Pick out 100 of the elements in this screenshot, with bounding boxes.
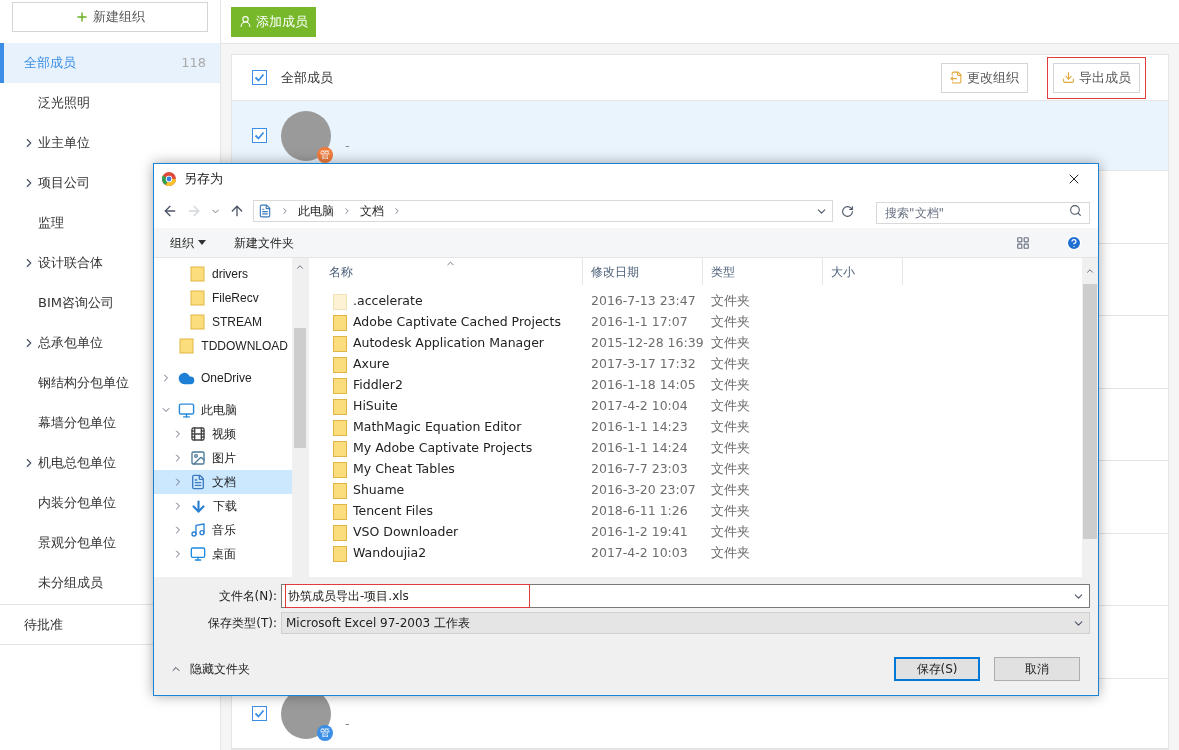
member-count: 118 — [181, 54, 206, 73]
modified-date: 2016-1-1 14:23 — [590, 418, 689, 437]
address-bar[interactable]: 此电脑 文档 — [253, 200, 833, 222]
column-header[interactable]: 类型 — [703, 258, 823, 285]
checkmark-icon — [254, 130, 265, 141]
file-type: 文件夹 — [710, 334, 751, 353]
all-members-label: 全部成员 — [281, 68, 333, 87]
tree-item[interactable]: 文档 — [154, 470, 292, 494]
document-icon — [258, 204, 272, 218]
file-name[interactable]: Shuame — [353, 481, 405, 500]
file-type: 文件夹 — [710, 313, 751, 332]
new-folder-button[interactable]: 新建文件夹 — [234, 233, 294, 252]
hide-folders-button[interactable]: 隐藏文件夹 — [162, 660, 250, 678]
document-icon — [190, 474, 206, 490]
column-header[interactable]: 修改日期 — [583, 258, 703, 285]
scrollbar[interactable] — [292, 258, 308, 577]
column-header[interactable]: 名称 — [309, 258, 583, 285]
file-type: 文件夹 — [710, 523, 751, 542]
checkbox[interactable] — [252, 70, 267, 85]
document-arrow-icon — [950, 71, 963, 84]
view-options-icon[interactable] — [1016, 235, 1030, 250]
modified-date: 2016-7-7 23:03 — [590, 460, 689, 479]
member-subtitle: - — [345, 714, 350, 733]
scroll-up-icon[interactable] — [295, 262, 305, 272]
help-icon[interactable] — [1066, 234, 1082, 251]
checkmark-icon — [254, 72, 265, 83]
file-type: 文件夹 — [710, 397, 751, 416]
file-name[interactable]: Wandoujia2 — [353, 544, 427, 563]
search-icon — [1069, 204, 1082, 217]
modified-date: 2016-1-18 14:05 — [590, 376, 697, 395]
file-name[interactable]: Tencent Files — [353, 502, 433, 521]
modified-date: 2016-1-1 17:07 — [590, 313, 689, 332]
tree-item[interactable]: FileRecv — [154, 286, 292, 310]
field-label: 文件名(N): — [217, 588, 277, 605]
file-name[interactable]: Axure — [353, 355, 390, 374]
tree-item[interactable]: 此电脑 — [154, 398, 292, 422]
filename-field[interactable]: 协筑成员导出-项目.xls — [281, 584, 1090, 608]
file-type: 文件夹 — [710, 544, 751, 563]
tree-item[interactable]: 图片 — [154, 446, 292, 470]
file-name[interactable]: My Cheat Tables — [353, 460, 455, 479]
file-name[interactable]: Autodesk Application Manager — [353, 334, 544, 353]
breadcrumb-separator-icon — [392, 206, 402, 216]
file-type: 文件夹 — [710, 292, 751, 311]
organize-menu[interactable]: 组织 — [170, 233, 206, 252]
cancel-button[interactable]: 取消 — [994, 657, 1080, 681]
modified-date: 2016-1-1 14:24 — [590, 439, 689, 458]
search-field[interactable]: 搜索"文档" — [876, 202, 1090, 224]
user-icon — [239, 15, 252, 28]
checkbox[interactable] — [252, 128, 267, 143]
modified-date: 2015-12-28 16:39 — [590, 334, 703, 353]
tree-item[interactable]: 视频 — [154, 422, 292, 446]
computer-icon — [178, 401, 195, 419]
folder-icon — [190, 314, 206, 330]
folder-icon — [179, 338, 196, 354]
file-type: 文件夹 — [710, 355, 751, 374]
folder-icon — [190, 290, 206, 306]
file-type: 文件夹 — [710, 439, 751, 458]
export-members-button[interactable]: 导出成员 — [1053, 62, 1140, 93]
file-type: 文件夹 — [710, 418, 751, 437]
tree-item[interactable]: 桌面 — [154, 542, 292, 566]
scrollbar[interactable] — [1082, 258, 1098, 577]
film-icon — [190, 426, 206, 442]
file-name[interactable]: Fiddler2 — [353, 376, 403, 395]
up-icon[interactable] — [229, 203, 245, 219]
download-icon — [1062, 71, 1075, 84]
save-button[interactable]: 保存(S) — [894, 657, 980, 681]
file-name[interactable]: .accelerate — [353, 292, 423, 311]
new-organization-button[interactable]: 新建组织 — [12, 2, 208, 32]
change-organization-button[interactable]: 更改组织 — [941, 62, 1028, 93]
sidebar-item[interactable]: 业主单位 — [0, 123, 220, 163]
refresh-icon[interactable] — [841, 204, 854, 218]
tree-item[interactable]: 下载 — [154, 494, 292, 518]
dialog-title: 另存为 — [184, 170, 223, 189]
breadcrumb-separator-icon — [342, 206, 352, 216]
file-type-select[interactable]: Microsoft Excel 97-2003 工作表 — [281, 612, 1090, 634]
picture-icon — [190, 450, 206, 466]
file-name[interactable]: My Adobe Captivate Projects — [353, 439, 533, 458]
file-name[interactable]: HiSuite — [353, 397, 398, 416]
checkbox[interactable] — [252, 706, 267, 721]
file-type: 文件夹 — [710, 460, 751, 479]
column-header[interactable]: 大小 — [823, 258, 903, 285]
tree-item[interactable]: 音乐 — [154, 518, 292, 542]
sidebar-item[interactable]: 泛光照明 — [0, 83, 220, 123]
modified-date: 2017-4-2 10:04 — [590, 397, 689, 416]
scroll-up-icon[interactable] — [1085, 266, 1095, 276]
breadcrumb-item[interactable]: 此电脑 — [298, 202, 334, 220]
back-icon[interactable] — [162, 203, 178, 219]
tree-item[interactable]: STREAM — [154, 310, 292, 334]
file-name[interactable]: MathMagic Equation Editor — [353, 418, 522, 437]
modified-date: 2017-3-17 17:32 — [590, 355, 697, 374]
tree-item[interactable]: OneDrive — [154, 366, 292, 390]
desktop-icon — [190, 546, 206, 562]
file-name[interactable]: Adobe Captivate Cached Projects — [353, 313, 561, 332]
tree-item[interactable]: drivers — [154, 262, 292, 286]
folder-icon — [190, 266, 206, 282]
tree-item[interactable]: TDDOWNLOAD — [154, 334, 292, 358]
file-name[interactable]: VSO Downloader — [353, 523, 459, 542]
breadcrumb-item[interactable]: 文档 — [360, 202, 384, 220]
member-subtitle: - — [345, 136, 350, 155]
modified-date: 2018-6-11 1:26 — [590, 502, 689, 521]
